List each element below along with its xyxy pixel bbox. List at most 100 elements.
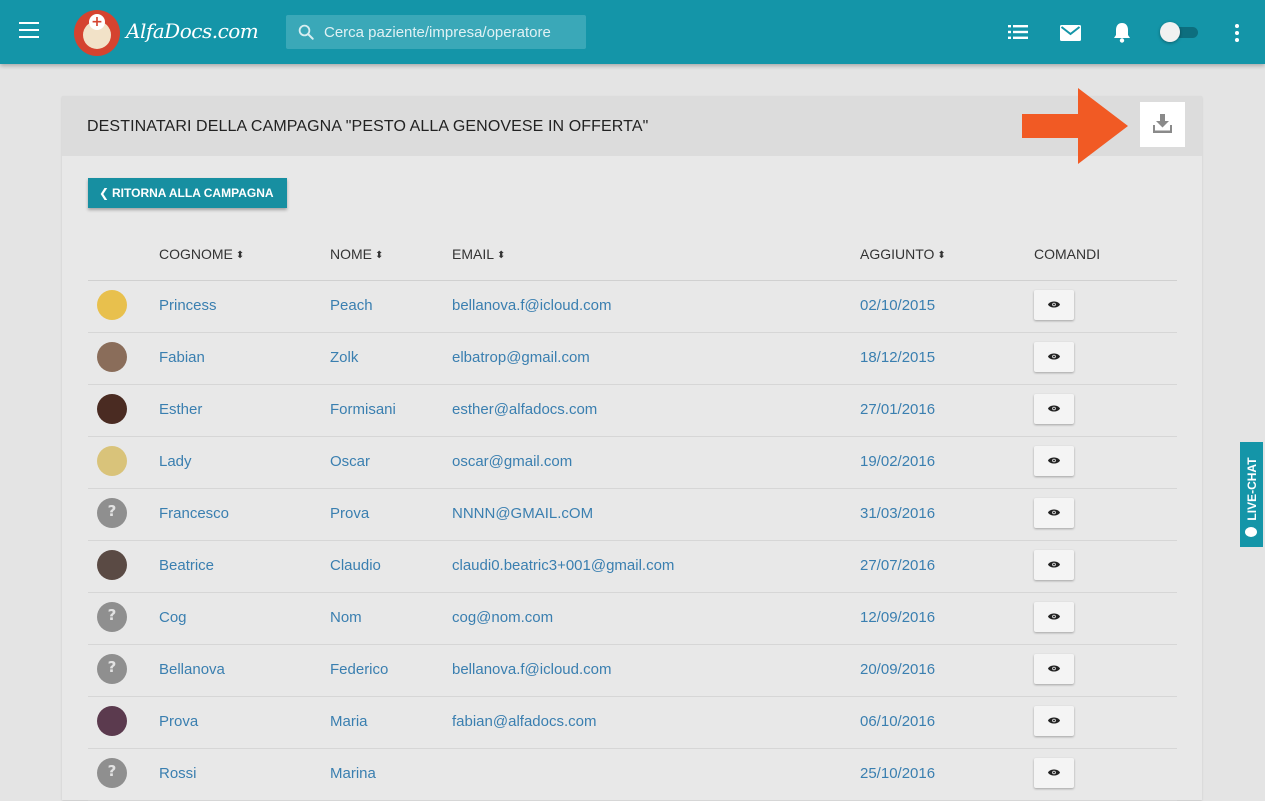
avatar (97, 446, 127, 476)
eye-icon (1048, 457, 1060, 464)
avatar (97, 342, 127, 372)
eye-icon (1048, 405, 1060, 412)
eye-icon (1048, 509, 1060, 516)
cell-nome[interactable]: Federico (330, 661, 388, 678)
logo-text: AlfaDocs.com (126, 19, 259, 43)
logo-lion-icon: + (74, 10, 120, 56)
view-button[interactable] (1034, 654, 1074, 684)
cell-aggiunto[interactable]: 12/09/2016 (860, 609, 935, 626)
cell-email[interactable]: cog@nom.com (452, 609, 553, 626)
sort-icon: ⬍ (235, 250, 245, 261)
cell-nome[interactable]: Peach (330, 297, 373, 314)
view-button[interactable] (1034, 550, 1074, 580)
cell-nome[interactable]: Marina (330, 765, 376, 782)
cell-aggiunto[interactable]: 20/09/2016 (860, 661, 935, 678)
search-input[interactable] (324, 15, 579, 49)
table-row[interactable]: Lady Oscar oscar@gmail.com 19/02/2016 (88, 436, 1177, 489)
cell-nome[interactable]: Claudio (330, 557, 381, 574)
cell-nome[interactable]: Prova (330, 505, 369, 522)
column-header-email[interactable]: EMAIL ⬍ (452, 246, 505, 262)
cell-cognome[interactable]: Fabian (159, 349, 205, 366)
avatar (97, 654, 127, 684)
view-button[interactable] (1034, 342, 1074, 372)
mail-icon[interactable] (1060, 25, 1081, 41)
table-row[interactable]: Prova Maria fabian@alfadocs.com 06/10/2016 (88, 696, 1177, 749)
view-button[interactable] (1034, 758, 1074, 788)
cell-cognome[interactable]: Bellanova (159, 661, 225, 678)
table-row[interactable]: Cog Nom cog@nom.com 12/09/2016 (88, 592, 1177, 645)
table-row[interactable]: Fabian Zolk elbatrop@gmail.com 18/12/2015 (88, 332, 1177, 385)
cell-cognome[interactable]: Prova (159, 713, 198, 730)
cell-aggiunto[interactable]: 25/10/2016 (860, 765, 935, 782)
view-button[interactable] (1034, 706, 1074, 736)
cell-cognome[interactable]: Beatrice (159, 557, 214, 574)
table-row[interactable]: Francesco Prova NNNN@GMAIL.cOM 31/03/2016 (88, 488, 1177, 541)
cell-nome[interactable]: Maria (330, 713, 368, 730)
avatar (97, 758, 127, 788)
cell-nome[interactable]: Nom (330, 609, 362, 626)
column-header-cognome[interactable]: COGNOME ⬍ (159, 246, 244, 262)
cell-email[interactable]: elbatrop@gmail.com (452, 349, 590, 366)
cell-cognome[interactable]: Cog (159, 609, 187, 626)
cell-email[interactable]: NNNN@GMAIL.cOM (452, 505, 593, 522)
column-header-aggiunto[interactable]: AGGIUNTO ⬍ (860, 246, 946, 262)
eye-icon (1048, 665, 1060, 672)
sort-icon: ⬍ (497, 250, 506, 261)
cell-cognome[interactable]: Esther (159, 401, 202, 418)
cell-aggiunto[interactable]: 18/12/2015 (860, 349, 935, 366)
bell-icon[interactable] (1113, 22, 1131, 43)
search-box[interactable] (286, 15, 586, 49)
cell-nome[interactable]: Oscar (330, 453, 370, 470)
annotation-arrow-icon (1022, 88, 1128, 164)
cell-cognome[interactable]: Francesco (159, 505, 229, 522)
eye-icon (1048, 717, 1060, 724)
avatar (97, 498, 127, 528)
live-chat-label: LIVE-CHAT (1245, 457, 1259, 521)
table-header: COGNOME ⬍ NOME ⬍ EMAIL ⬍ AGGIUNTO ⬍ COMANDI (88, 230, 1177, 281)
download-button[interactable] (1140, 102, 1185, 147)
kebab-icon[interactable] (1230, 24, 1244, 42)
cell-email[interactable]: bellanova.f@icloud.com (452, 661, 611, 678)
avatar (97, 394, 127, 424)
view-button[interactable] (1034, 602, 1074, 632)
cell-nome[interactable]: Zolk (330, 349, 358, 366)
live-chat-tab[interactable]: LIVE-CHAT (1240, 442, 1263, 547)
cell-aggiunto[interactable]: 31/03/2016 (860, 505, 935, 522)
cell-aggiunto[interactable]: 19/02/2016 (860, 453, 935, 470)
avatar (97, 290, 127, 320)
cell-cognome[interactable]: Lady (159, 453, 192, 470)
toggle-switch[interactable] (1160, 22, 1198, 42)
cell-cognome[interactable]: Rossi (159, 765, 197, 782)
chat-bubble-icon (1245, 527, 1257, 537)
back-to-campaign-button[interactable]: ❮ RITORNA ALLA CAMPAGNA (88, 178, 287, 208)
cell-aggiunto[interactable]: 06/10/2016 (860, 713, 935, 730)
cell-email[interactable]: claudi0.beatric3+001@gmail.com (452, 557, 674, 574)
eye-icon (1048, 769, 1060, 776)
cell-aggiunto[interactable]: 02/10/2015 (860, 297, 935, 314)
table-row[interactable]: Princess Peach bellanova.f@icloud.com 02/10… (88, 280, 1177, 333)
cell-email[interactable]: oscar@gmail.com (452, 453, 572, 470)
table-row[interactable]: Rossi Marina 25/10/2016 (88, 748, 1177, 801)
view-button[interactable] (1034, 446, 1074, 476)
view-button[interactable] (1034, 290, 1074, 320)
table-row[interactable]: Beatrice Claudio claudi0.beatric3+001@gmai… (88, 540, 1177, 593)
view-button[interactable] (1034, 394, 1074, 424)
table-row[interactable]: Bellanova Federico bellanova.f@icloud.com 2… (88, 644, 1177, 697)
avatar (97, 602, 127, 632)
cell-aggiunto[interactable]: 27/01/2016 (860, 401, 935, 418)
view-button[interactable] (1034, 498, 1074, 528)
cell-email[interactable]: fabian@alfadocs.com (452, 713, 596, 730)
column-header-nome[interactable]: NOME ⬍ (330, 246, 383, 262)
cell-aggiunto[interactable]: 27/07/2016 (860, 557, 935, 574)
hamburger-icon[interactable] (19, 22, 39, 40)
cell-email[interactable]: esther@alfadocs.com (452, 401, 597, 418)
campaign-recipients-card: DESTINATARI DELLA CAMPAGNA "PESTO ALLA G… (62, 96, 1202, 801)
cell-email[interactable]: bellanova.f@icloud.com (452, 297, 611, 314)
list-icon[interactable] (1008, 24, 1028, 40)
table-row[interactable]: Esther Formisani esther@alfadocs.com 27/01/… (88, 384, 1177, 437)
eye-icon (1048, 613, 1060, 620)
cell-nome[interactable]: Formisani (330, 401, 396, 418)
cell-cognome[interactable]: Princess (159, 297, 217, 314)
search-icon (298, 24, 314, 40)
logo[interactable]: + AlfaDocs.com (74, 10, 259, 56)
